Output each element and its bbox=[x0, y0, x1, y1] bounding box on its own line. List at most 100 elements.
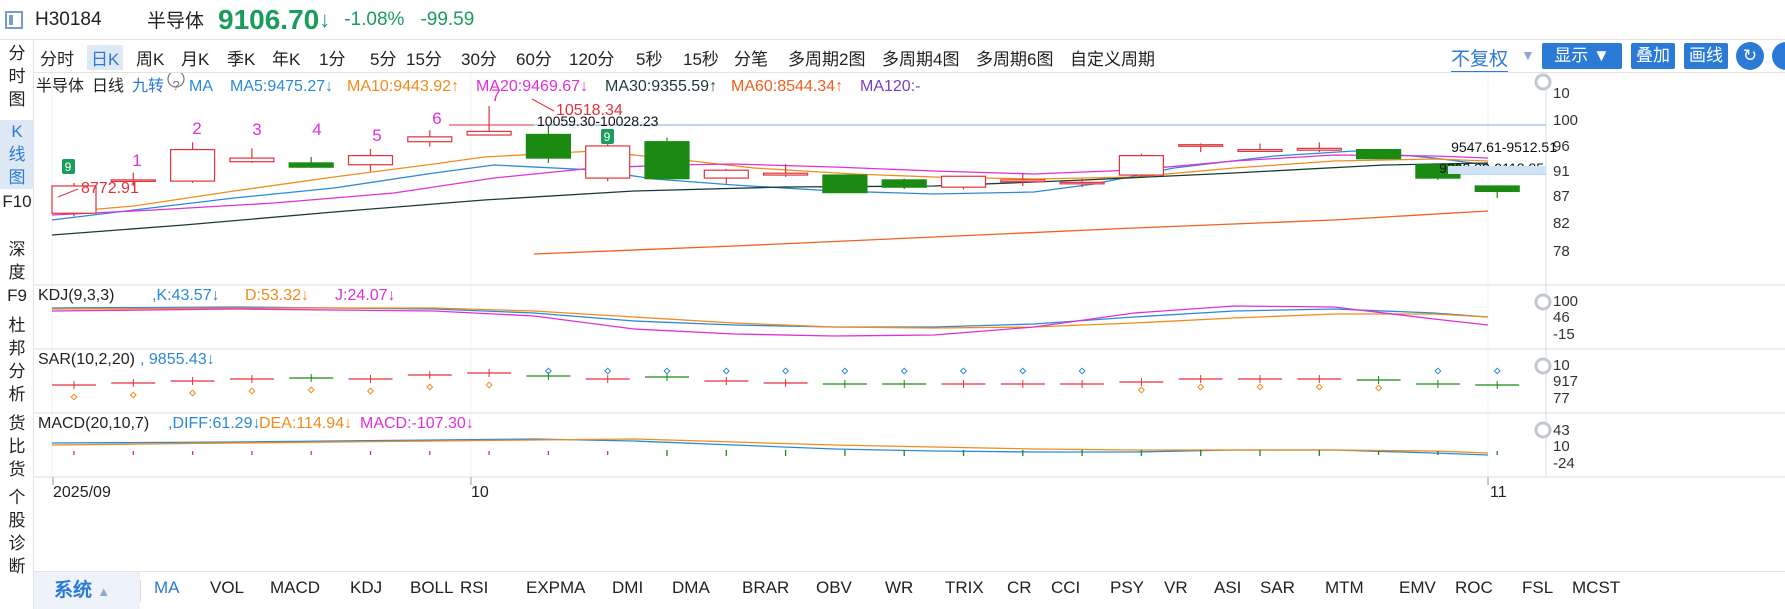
indicator-tab-macd[interactable]: MACD bbox=[270, 578, 320, 598]
sidebar-item-dupont[interactable]: 杜邦分析 bbox=[0, 314, 34, 406]
candle-body-11[interactable] bbox=[703, 169, 749, 179]
stock-code: H30184 bbox=[35, 8, 102, 30]
low-label: 8772.91 bbox=[81, 180, 139, 197]
kline-axis-4: 87 bbox=[1553, 188, 1570, 205]
candle-body-9[interactable] bbox=[585, 145, 631, 179]
high-pointer bbox=[531, 98, 555, 112]
kdj-name: KDJ(9,3,3) bbox=[38, 287, 114, 304]
chevron-down-icon[interactable]: ▼ bbox=[1521, 47, 1535, 63]
candle-body-12[interactable] bbox=[762, 172, 809, 176]
tab-18[interactable]: 自定义周期 bbox=[1070, 45, 1155, 70]
indicator-tab-kdj[interactable]: KDJ bbox=[350, 578, 382, 598]
tab-12[interactable]: 5秒 bbox=[636, 45, 662, 70]
gear-icon[interactable] bbox=[1534, 73, 1552, 91]
tab-11[interactable]: 120分 bbox=[569, 45, 614, 70]
sidebar-item-diagnosis[interactable]: 个股诊断 bbox=[0, 486, 34, 578]
tab-6[interactable]: 1分 bbox=[319, 45, 345, 70]
candle-body-21[interactable] bbox=[1296, 147, 1342, 151]
candle-body-13[interactable] bbox=[822, 174, 868, 194]
overlay-button[interactable]: 叠加 bbox=[1631, 43, 1675, 69]
sidebar-item-compare[interactable]: 货比货 bbox=[0, 412, 34, 481]
indicator-tab-dmi[interactable]: DMI bbox=[612, 578, 643, 598]
sidebar-item-kline[interactable]: K线图 bbox=[0, 120, 34, 189]
indicator-tab-dma[interactable]: DMA bbox=[672, 578, 710, 598]
indicator-tab-wr[interactable]: WR bbox=[885, 578, 913, 598]
indicator-tab-brar[interactable]: BRAR bbox=[742, 578, 789, 598]
system-button[interactable]: 系统 ▲ bbox=[34, 572, 140, 609]
draw-button[interactable]: 画线 bbox=[1684, 43, 1728, 69]
adjust-dropdown[interactable]: 不复权 bbox=[1451, 44, 1509, 72]
sar-dot-3 bbox=[248, 387, 256, 395]
candle-body-18[interactable] bbox=[1118, 155, 1165, 176]
indicator-tab-sar[interactable]: SAR bbox=[1260, 578, 1295, 598]
sidebar-item-f10[interactable]: F10 bbox=[0, 190, 34, 213]
indicator-tab-ma[interactable]: MA bbox=[154, 578, 180, 598]
candle-body-15[interactable] bbox=[940, 175, 987, 188]
candle-body-3[interactable] bbox=[229, 157, 275, 163]
indicator-tab-cr[interactable]: CR bbox=[1007, 578, 1032, 598]
tab-1[interactable]: 日K bbox=[87, 45, 124, 70]
legend-ma120: MA120:- bbox=[860, 78, 920, 95]
candle-body-4[interactable] bbox=[288, 162, 334, 168]
gear-icon[interactable] bbox=[1534, 293, 1552, 311]
window-icon[interactable] bbox=[5, 10, 23, 29]
candle-body-10[interactable] bbox=[644, 141, 690, 180]
candle-body-19[interactable] bbox=[1178, 144, 1224, 147]
tab-14[interactable]: 分笔 bbox=[734, 45, 768, 70]
indicator-tab-vol[interactable]: VOL bbox=[210, 578, 244, 598]
tab-2[interactable]: 周K bbox=[136, 45, 164, 70]
candle-body-17[interactable] bbox=[1059, 181, 1105, 185]
gear-icon[interactable] bbox=[1534, 357, 1552, 375]
candle-body-8[interactable] bbox=[525, 133, 571, 159]
kline-chart[interactable]: 半导体 日线 九转? MA MA5:9475.27↓ MA10:9443.92↑ MA20:… bbox=[34, 70, 1785, 543]
candle-body-5[interactable] bbox=[347, 155, 394, 166]
indicator-tab-cci[interactable]: CCI bbox=[1051, 578, 1080, 598]
candle-body-20[interactable] bbox=[1237, 148, 1283, 152]
indicator-tab-obv[interactable]: OBV bbox=[816, 578, 852, 598]
tab-16[interactable]: 多周期4图 bbox=[882, 45, 959, 70]
indicator-tab-vr[interactable]: VR bbox=[1164, 578, 1188, 598]
tab-10[interactable]: 60分 bbox=[516, 45, 552, 70]
indicator-tab-rsi[interactable]: RSI bbox=[460, 578, 488, 598]
candle-body-16[interactable] bbox=[1000, 179, 1046, 183]
indicator-tab-mtm[interactable]: MTM bbox=[1325, 578, 1364, 598]
indicator-tab-trix[interactable]: TRIX bbox=[945, 578, 984, 598]
macd-dea: DEA:114.94↓ bbox=[259, 415, 352, 432]
chart-svg[interactable]: 半导体 日线 九转? MA MA5:9475.27↓ MA10:9443.92↑ MA20:… bbox=[34, 70, 1785, 543]
candle-body-24[interactable] bbox=[1474, 185, 1520, 193]
xaxis-label-2: 11 bbox=[1490, 484, 1507, 501]
tab-8[interactable]: 15分 bbox=[406, 45, 442, 70]
sar-value: , 9855.43↓ bbox=[140, 351, 215, 368]
tab-5[interactable]: 年K bbox=[272, 45, 300, 70]
legend-ma5: MA5:9475.27↓ bbox=[230, 78, 333, 95]
candle-body-2[interactable] bbox=[170, 148, 216, 182]
indicator-tab-fsl[interactable]: FSL bbox=[1522, 578, 1553, 598]
display-button[interactable]: 显示 ▼ bbox=[1542, 43, 1622, 69]
tab-4[interactable]: 季K bbox=[227, 45, 255, 70]
indicator-tab-expma[interactable]: EXPMA bbox=[526, 578, 586, 598]
indicator-tab-asi[interactable]: ASI bbox=[1214, 578, 1241, 598]
indicator-tab-roc[interactable]: ROC bbox=[1455, 578, 1493, 598]
sidebar-item-timeshare[interactable]: 分时图 bbox=[0, 42, 34, 111]
indicator-tab-psy[interactable]: PSY bbox=[1110, 578, 1144, 598]
tab-15[interactable]: 多周期2图 bbox=[788, 45, 865, 70]
indicator-tab-mcst[interactable]: MCST bbox=[1572, 578, 1620, 598]
candle-body-6[interactable] bbox=[407, 136, 453, 143]
tab-17[interactable]: 多周期6图 bbox=[976, 45, 1053, 70]
tab-9[interactable]: 30分 bbox=[461, 45, 497, 70]
sidebar-item-depth[interactable]: 深度 F9 bbox=[0, 238, 34, 307]
sar-dot-1 bbox=[129, 391, 137, 399]
indicator-tab-boll[interactable]: BOLL bbox=[410, 578, 453, 598]
tab-13[interactable]: 15秒 bbox=[683, 45, 719, 70]
indicator-tab-emv[interactable]: EMV bbox=[1399, 578, 1436, 598]
gear-icon[interactable] bbox=[1534, 421, 1552, 439]
candle-body-22[interactable] bbox=[1355, 148, 1402, 160]
refresh-icon[interactable]: ↻ bbox=[1736, 42, 1764, 70]
tab-7[interactable]: 5分 bbox=[370, 45, 396, 70]
tab-0[interactable]: 分时 bbox=[40, 45, 74, 70]
legend-period: 日线 bbox=[92, 77, 124, 95]
tab-3[interactable]: 月K bbox=[181, 45, 209, 70]
candle-body-7[interactable] bbox=[466, 130, 512, 136]
more-icon[interactable] bbox=[1772, 42, 1785, 70]
candle-body-14[interactable] bbox=[881, 179, 927, 188]
